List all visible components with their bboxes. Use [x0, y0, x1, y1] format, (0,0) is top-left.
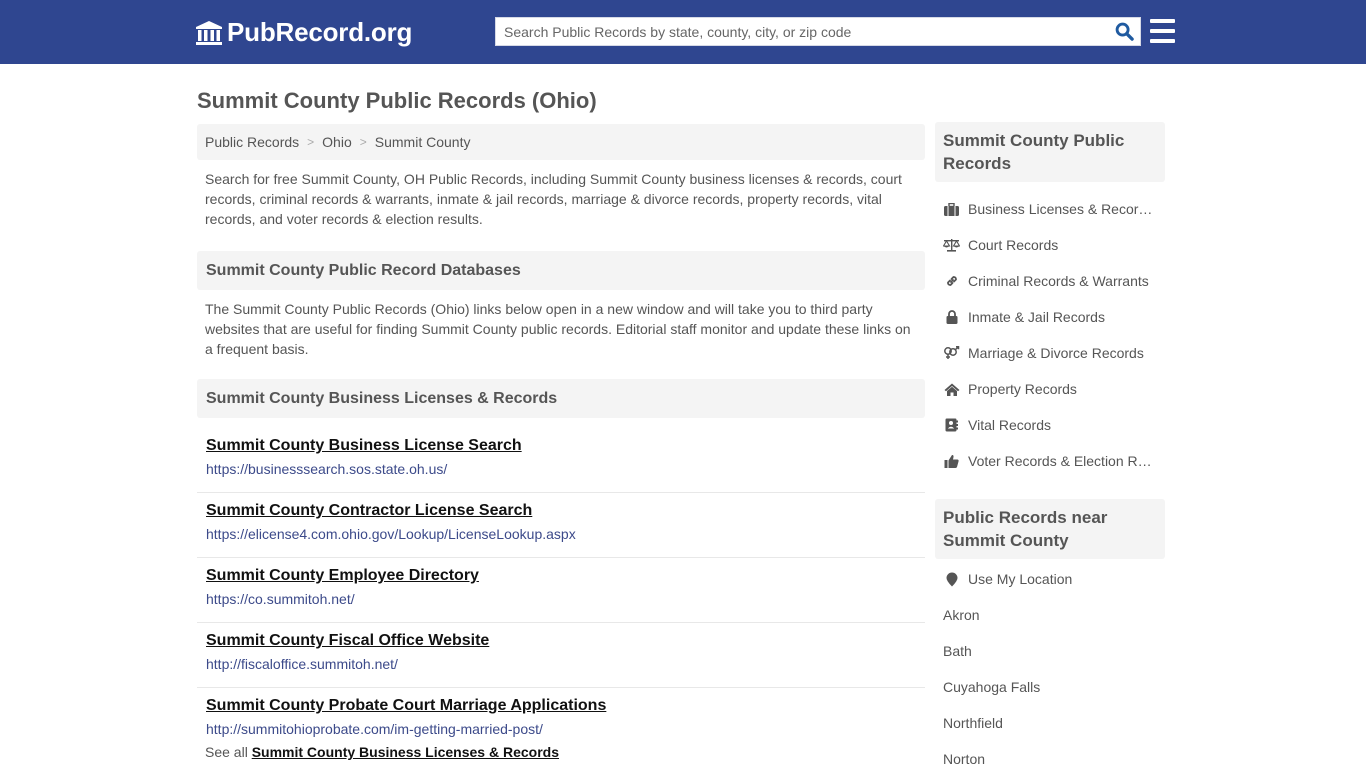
see-all-link[interactable]: Summit County Business Licenses & Record… — [252, 744, 559, 760]
sidebar-records-heading: Summit County Public Records — [935, 122, 1165, 182]
record-link-title[interactable]: Summit County Fiscal Office Website — [206, 631, 916, 651]
sidebar-item-court[interactable]: Court Records — [935, 227, 1165, 263]
thumbs-up-icon — [943, 453, 960, 469]
sidebar-item-label: Property Records — [968, 381, 1077, 397]
menu-bar — [1150, 29, 1175, 33]
breadcrumb-public-records[interactable]: Public Records — [205, 134, 299, 150]
site-logo[interactable]: PubRecord.org — [195, 17, 412, 48]
sidebar: Summit County Public Records Business Li… — [935, 122, 1165, 777]
record-link-title[interactable]: Summit County Contractor License Search — [206, 501, 916, 521]
record-link-title[interactable]: Summit County Probate Court Marriage App… — [206, 696, 916, 716]
business-licenses-heading: Summit County Business Licenses & Record… — [197, 379, 925, 418]
record-link-item: Summit County Employee Directory https:/… — [197, 558, 925, 623]
menu-bar — [1150, 39, 1175, 43]
nearby-place-link[interactable]: Cuyahoga Falls — [935, 669, 1165, 705]
balance-scale-icon — [943, 237, 960, 253]
sidebar-item-label: Voter Records & Election Results — [968, 453, 1153, 469]
nearby-place-link[interactable]: Bath — [935, 633, 1165, 669]
menu-bar — [1150, 19, 1175, 23]
lock-icon — [943, 309, 960, 325]
record-link-item: Summit County Contractor License Search … — [197, 493, 925, 558]
breadcrumb-summit-county[interactable]: Summit County — [375, 134, 471, 150]
sidebar-item-marriage[interactable]: Marriage & Divorce Records — [935, 335, 1165, 371]
record-link-url: https://co.summitoh.net/ — [206, 591, 355, 607]
briefcase-icon — [943, 201, 960, 217]
record-link-title[interactable]: Summit County Employee Directory — [206, 566, 916, 586]
sidebar-item-voter[interactable]: Voter Records & Election Results — [935, 443, 1165, 479]
search-input[interactable] — [496, 18, 1108, 45]
record-link-title[interactable]: Summit County Business License Search — [206, 436, 916, 456]
databases-description: The Summit County Public Records (Ohio) … — [205, 301, 911, 357]
sidebar-item-criminal[interactable]: Criminal Records & Warrants — [935, 263, 1165, 299]
breadcrumb-separator: > — [307, 135, 315, 149]
sidebar-near-heading: Public Records near Summit County — [935, 499, 1165, 559]
search-icon — [1115, 22, 1134, 41]
address-book-icon — [943, 417, 960, 433]
logo-text: PubRecord.org — [227, 17, 413, 47]
see-all-prefix: See all — [205, 744, 248, 760]
main-content: Public Records > Ohio > Summit County Se… — [197, 124, 925, 760]
nearby-place-link[interactable]: Akron — [935, 597, 1165, 633]
nearby-places-list: Use My Location Akron Bath Cuyahoga Fall… — [935, 559, 1165, 777]
use-my-location-button[interactable]: Use My Location — [935, 561, 1165, 597]
sidebar-item-business[interactable]: Business Licenses & Records — [935, 191, 1165, 227]
see-all-row: See all Summit County Business Licenses … — [197, 744, 925, 760]
search-box — [495, 17, 1141, 46]
nearby-place-link[interactable]: Norton — [935, 741, 1165, 777]
record-link-item: Summit County Business License Search ht… — [197, 428, 925, 493]
databases-heading: Summit County Public Record Databases — [197, 251, 925, 290]
record-link-url: https://elicense4.com.ohio.gov/Lookup/Li… — [206, 526, 576, 542]
home-icon — [943, 381, 960, 397]
record-link-item: Summit County Fiscal Office Website http… — [197, 623, 925, 688]
sidebar-item-label: Inmate & Jail Records — [968, 309, 1105, 325]
hamburger-menu-button[interactable] — [1150, 19, 1175, 43]
link-icon — [943, 273, 960, 289]
breadcrumb-ohio[interactable]: Ohio — [322, 134, 352, 150]
record-link-url: http://fiscaloffice.summitoh.net/ — [206, 656, 398, 672]
use-my-location-label: Use My Location — [968, 571, 1073, 587]
sidebar-item-label: Marriage & Divorce Records — [968, 345, 1144, 361]
sidebar-records-list: Business Licenses & Records Court Record… — [935, 182, 1165, 479]
sidebar-item-label: Court Records — [968, 237, 1059, 253]
nearby-place-link[interactable]: Northfield — [935, 705, 1165, 741]
courthouse-icon — [196, 20, 222, 45]
record-link-url: http://summitohioprobate.com/im-getting-… — [206, 721, 543, 737]
intro-text: Search for free Summit County, OH Public… — [205, 171, 902, 227]
sidebar-item-label: Business Licenses & Records — [968, 201, 1153, 217]
sidebar-item-vital[interactable]: Vital Records — [935, 407, 1165, 443]
record-link-url: https://businesssearch.sos.state.oh.us/ — [206, 461, 448, 477]
breadcrumb-separator: > — [359, 135, 367, 149]
breadcrumb: Public Records > Ohio > Summit County — [197, 124, 925, 160]
page-title: Summit County Public Records (Ohio) — [197, 88, 597, 113]
sidebar-item-inmate[interactable]: Inmate & Jail Records — [935, 299, 1165, 335]
sidebar-item-label: Vital Records — [968, 417, 1052, 433]
top-navbar: PubRecord.org — [0, 0, 1366, 64]
sidebar-item-property[interactable]: Property Records — [935, 371, 1165, 407]
record-links-list: Summit County Business License Search ht… — [197, 428, 925, 753]
search-button[interactable] — [1108, 18, 1140, 45]
venus-mars-icon — [943, 345, 960, 361]
map-marker-icon — [943, 571, 960, 587]
sidebar-item-label: Criminal Records & Warrants — [968, 273, 1149, 289]
